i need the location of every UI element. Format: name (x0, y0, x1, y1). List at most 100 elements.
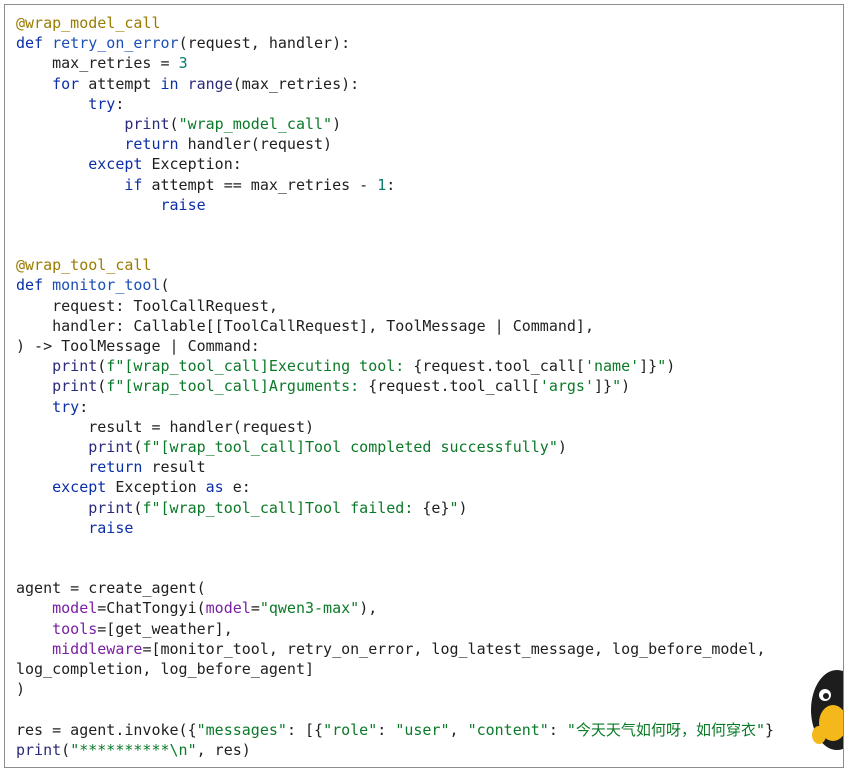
code-line: try: (16, 94, 843, 114)
code-token: " (657, 357, 667, 376)
code-line: def retry_on_error(request, handler): (16, 33, 843, 53)
code-token: : (386, 175, 396, 194)
code-token: res = agent.invoke({ (16, 720, 197, 739)
code-line: @wrap_tool_call (16, 255, 843, 275)
code-token: except (88, 155, 143, 174)
code-token: @wrap_tool_call (16, 256, 152, 275)
code-token: "content" (467, 720, 549, 739)
code-line: return result (16, 457, 843, 477)
code-token: } (764, 720, 775, 739)
code-token: print (16, 740, 62, 759)
code-token: : (79, 397, 89, 416)
code-token: "今天天气如何呀，如何穿衣" (566, 720, 765, 739)
code-line: print(f"[wrap_tool_call]Tool failed: {e}… (16, 498, 843, 518)
code-token: = (250, 599, 260, 618)
code-token: "messages" (196, 720, 287, 739)
code-line: except Exception: (16, 154, 843, 174)
code-token: if (124, 175, 143, 194)
code-token: e: (223, 478, 251, 497)
code-token: Exception (106, 478, 206, 497)
code-line: handler: Callable[[ToolCallRequest], Too… (16, 316, 843, 336)
code-token: ( (97, 377, 107, 396)
code-token: model (52, 599, 98, 618)
code-token: agent = create_agent( (16, 579, 206, 598)
code-token: as (205, 478, 224, 497)
code-token: log_completion, log_before_agent] (16, 660, 315, 678)
code-line: ) -> ToolMessage | Command: (16, 336, 843, 356)
code-token: "wrap_model_call" (178, 114, 333, 133)
code-token: ) -> ToolMessage | Command: (16, 337, 260, 355)
code-token: 1 (377, 175, 387, 194)
code-line: tools=[get_weather], (16, 619, 843, 639)
code-token: "**********\n" (70, 740, 197, 759)
code-line: except Exception as e: (16, 477, 843, 497)
code-token: handler: Callable[[ToolCallRequest], Too… (16, 316, 594, 335)
code-line: ) (16, 679, 843, 699)
code-token: result (142, 458, 206, 477)
code-line: print("wrap_model_call") (16, 114, 843, 134)
code-line: max_retries = 3 (16, 53, 843, 73)
code-line: return handler(request) (16, 134, 843, 154)
code-token: ]} (639, 357, 658, 376)
code-line: @wrap_model_call (16, 13, 843, 33)
code-line: agent = create_agent( (16, 578, 843, 598)
code-token: (max_retries): (232, 74, 360, 93)
code-token: ) (16, 680, 26, 699)
code-token: f"[wrap_tool_call]Executing tool: (106, 357, 414, 376)
code-token: ) (557, 437, 567, 456)
code-token: f"[wrap_tool_call]Tool failed: (142, 498, 423, 517)
code-token: 3 (178, 54, 188, 73)
code-token: : (115, 94, 125, 113)
code-token: ( (160, 276, 170, 295)
code-token: " (449, 498, 459, 517)
code-token: handler(request) (178, 135, 333, 154)
code-token: in (160, 74, 179, 93)
code-token: ( (61, 740, 71, 759)
code-line: print(f"[wrap_tool_call]Tool completed s… (16, 437, 843, 457)
code-token: {request.tool_call[ (368, 377, 540, 396)
code-token: =[monitor_tool, retry_on_error, log_late… (142, 639, 766, 658)
code-line: log_completion, log_before_agent] (16, 659, 843, 679)
code-block: @wrap_model_call def retry_on_error(reque… (16, 13, 843, 767)
code-token: retry_on_error (52, 34, 179, 53)
code-token: raise (160, 195, 206, 214)
code-token: ) (458, 498, 468, 517)
code-token: 'args' (539, 377, 594, 396)
code-line: print(f"[wrap_tool_call]Executing tool: … (16, 356, 843, 376)
code-line: res = agent.invoke({"messages": [{"role"… (16, 720, 843, 740)
code-token: =ChatTongyi( (97, 599, 206, 618)
code-token: middleware (52, 639, 143, 658)
code-token: max_retries = (16, 54, 179, 73)
code-token: result = handler(request) (16, 417, 315, 436)
code-token: " (612, 377, 622, 396)
code-token: , res) (196, 740, 251, 759)
code-token: return (124, 135, 179, 154)
code-token: ]} (594, 377, 613, 396)
code-line: print("**********\n", res) (16, 740, 843, 760)
code-token: ( (97, 357, 107, 376)
code-token: try (88, 94, 116, 113)
code-token: print (88, 498, 134, 517)
code-token: attempt == max_retries - (142, 175, 378, 194)
code-token: except (52, 478, 107, 497)
code-token: ( (169, 114, 179, 133)
code-token: try (52, 397, 80, 416)
